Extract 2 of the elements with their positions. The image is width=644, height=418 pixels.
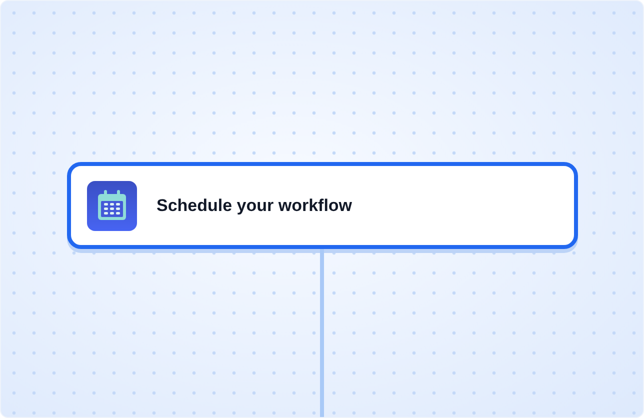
node-title: Schedule your workflow [156,194,352,217]
calendar-icon [86,180,136,230]
